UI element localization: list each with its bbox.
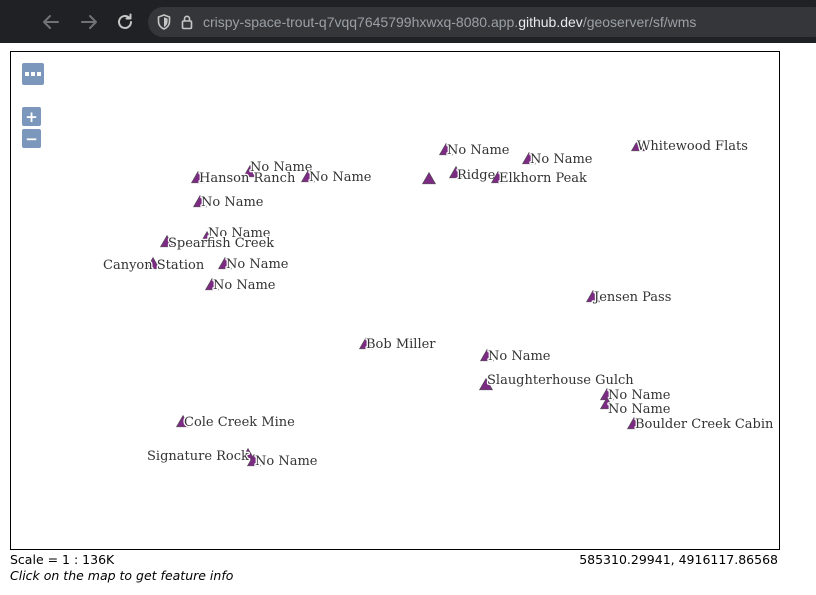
map-feature[interactable]: No Name (438, 142, 511, 159)
map-feature[interactable]: Hanson Ranch (190, 170, 297, 187)
shield-icon[interactable] (157, 14, 171, 34)
map-feature[interactable]: Jensen Pass (585, 289, 673, 306)
map-feature[interactable]: No Name (192, 194, 265, 211)
map-feature[interactable]: No Name (204, 277, 277, 294)
map-feature[interactable]: Spearfish Creek (159, 235, 276, 252)
url-host-prefix: crispy-space-trout-q7vqq7645799hxwxq-808… (203, 14, 519, 30)
feature-label: Signature Rock (147, 449, 249, 464)
map-feature[interactable]: Signature Rock (146, 448, 256, 465)
feature-label: No Name (488, 349, 551, 364)
map-feature[interactable]: Ridge (448, 165, 497, 184)
feature-label: Bob Miller (366, 337, 436, 352)
feature-label: No Name (530, 152, 593, 167)
map-feature[interactable]: Boulder Creek Cabin (626, 416, 775, 433)
feature-label: No Name (608, 388, 671, 403)
feature-info-hint: Click on the map to get feature info (10, 568, 234, 583)
feature-label: Cole Creek Mine (184, 415, 295, 430)
feature-label: No Name (255, 454, 318, 469)
feature-label: Canyon Station (103, 258, 205, 273)
map-feature[interactable]: No Name (246, 453, 319, 470)
map-feature[interactable]: No Name (300, 169, 373, 186)
url-path: /geoserver/sf/wms (582, 14, 697, 30)
map-feature[interactable]: No Name (599, 387, 672, 404)
feature-label: Jensen Pass (592, 290, 671, 305)
feature-label: No Name (201, 195, 264, 210)
feature-label: No Name (213, 278, 276, 293)
mouse-coordinates: 585310.29941, 4916117.86568 (579, 552, 778, 567)
feature-label: Ridge (457, 168, 496, 183)
map-feature[interactable]: No Name (521, 151, 594, 168)
url-host-domain: github.dev (518, 14, 583, 30)
feature-label: No Name (608, 402, 671, 417)
browser-toolbar: crispy-space-trout-q7vqq7645799hxwxq-808… (0, 0, 816, 43)
url-text[interactable]: crispy-space-trout-q7vqq7645799hxwxq-808… (203, 13, 696, 31)
map-feature[interactable] (421, 171, 437, 185)
poi-triangle-icon[interactable] (421, 171, 437, 185)
map-feature[interactable]: Bob Miller (358, 336, 438, 353)
map-feature[interactable]: Cole Creek Mine (175, 414, 296, 431)
map-viewport[interactable]: + − No Name Hanson Ranch No Name No Name No … (10, 51, 780, 550)
map-feature[interactable]: No Name (217, 256, 290, 273)
reload-icon[interactable] (114, 11, 136, 33)
lock-icon[interactable] (181, 14, 193, 34)
map-feature[interactable]: Whitewood Flats (630, 138, 749, 155)
feature-label: Whitewood Flats (637, 139, 748, 154)
address-bar[interactable]: crispy-space-trout-q7vqq7645799hxwxq-808… (148, 7, 816, 37)
map-feature[interactable]: Elkhorn Peak (490, 170, 588, 187)
feature-label: Boulder Creek Cabin (635, 417, 774, 432)
feature-layer: No NameHanson Ranch No NameNo NameNo Name… (102, 138, 776, 471)
forward-arrow-icon[interactable] (78, 11, 100, 33)
scale-readout: Scale = 1 : 136K (10, 552, 115, 567)
feature-label: No Name (226, 257, 289, 272)
feature-label: Spearfish Creek (168, 236, 274, 251)
feature-label: Slaughterhouse Gulch (487, 373, 634, 388)
map-feature[interactable]: Canyon Station (102, 257, 206, 275)
feature-label: Hanson Ranch (199, 171, 296, 186)
feature-label: No Name (447, 143, 510, 158)
map-feature[interactable]: No Name (479, 348, 552, 365)
feature-label: No Name (309, 170, 372, 185)
back-arrow-icon[interactable] (40, 11, 62, 33)
feature-label: Elkhorn Peak (499, 171, 587, 186)
